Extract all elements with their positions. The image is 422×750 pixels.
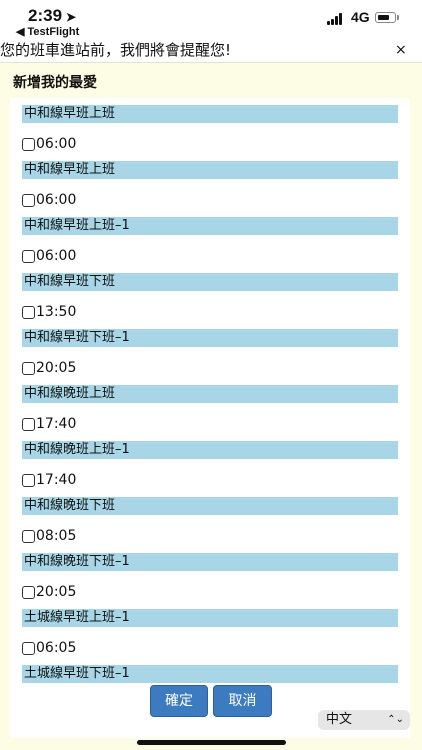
cancel-button[interactable]: 取消 <box>213 685 272 717</box>
close-icon[interactable]: × <box>395 42 407 58</box>
status-time: 2:39 ➤ <box>28 6 77 25</box>
route-option[interactable]: 17:40 <box>22 414 76 434</box>
battery-icon <box>375 12 396 23</box>
route-time: 08:05 <box>36 528 77 544</box>
location-arrow-icon: ➤ <box>66 10 77 24</box>
route-group: 中和線早班上班–1 06:00 <box>10 210 410 266</box>
cellular-signal-icon <box>327 13 347 25</box>
route-header: 中和線晚班下班–1 <box>22 553 398 571</box>
route-checkbox[interactable] <box>22 137 35 151</box>
route-checkbox[interactable] <box>22 473 35 487</box>
route-header: 中和線早班上班–1 <box>22 217 398 235</box>
route-option[interactable]: 06:00 <box>22 246 76 266</box>
route-checkbox[interactable] <box>22 585 35 599</box>
add-favorite-dialog: 新增我的最愛 中和線早班上班 06:00 中和線早班上班 06:00 中和線早班… <box>0 63 422 750</box>
dialog-title: 新增我的最愛 <box>13 75 97 91</box>
route-group: 中和線早班下班–1 20:05 <box>10 322 410 378</box>
route-checkbox[interactable] <box>22 417 35 431</box>
route-time: 06:00 <box>36 248 77 264</box>
route-header: 中和線晚班上班 <box>22 385 398 403</box>
route-header: 土城線早班上班–1 <box>22 609 398 627</box>
route-header: 中和線早班下班–1 <box>22 329 398 347</box>
route-time: 20:05 <box>36 584 77 600</box>
route-group: 中和線早班上班 06:00 <box>10 98 410 154</box>
route-checkbox[interactable] <box>22 193 35 207</box>
route-group: 中和線晚班上班 17:40 <box>10 378 410 434</box>
route-option[interactable]: 06:00 <box>22 190 76 210</box>
route-header: 中和線晚班上班–1 <box>22 441 398 459</box>
route-time: 06:00 <box>36 192 77 208</box>
route-group: 中和線早班下班 13:50 <box>10 266 410 322</box>
route-option[interactable]: 17:40 <box>22 470 76 490</box>
route-time: 17:40 <box>36 416 77 432</box>
route-option[interactable]: 13:50 <box>22 302 76 322</box>
network-type: 4G <box>351 9 370 25</box>
battery-cap <box>397 15 399 20</box>
route-option[interactable]: 20:05 <box>22 358 76 378</box>
chevron-updown-icon: ⌃⌄ <box>387 714 404 725</box>
route-list[interactable]: 中和線早班上班 06:00 中和線早班上班 06:00 中和線早班上班–1 06… <box>10 98 410 738</box>
route-checkbox[interactable] <box>22 305 35 319</box>
route-option[interactable]: 06:00 <box>22 134 76 154</box>
confirm-button[interactable]: 確定 <box>150 685 208 717</box>
route-group: 中和線早班上班 06:00 <box>10 154 410 210</box>
route-header: 中和線早班下班 <box>22 273 398 291</box>
route-time: 06:00 <box>36 136 77 152</box>
route-group: 土城線早班下班–1 <box>10 658 410 714</box>
route-group: 中和線晚班下班 08:05 <box>10 490 410 546</box>
status-bar: 2:39 ➤ ◀ TestFlight 4G <box>0 0 422 40</box>
route-time: 20:05 <box>36 360 77 376</box>
route-checkbox[interactable] <box>22 361 35 375</box>
notice-text: 您的班車進站前，我們將會提醒您! <box>0 41 232 59</box>
route-group: 土城線早班上班–1 06:05 <box>10 602 410 658</box>
route-header: 中和線早班上班 <box>22 161 398 179</box>
route-time: 13:50 <box>36 304 77 320</box>
home-indicator <box>137 740 286 745</box>
route-header: 土城線早班下班–1 <box>22 665 398 683</box>
route-checkbox[interactable] <box>22 641 35 655</box>
route-group: 中和線晚班下班–1 20:05 <box>10 546 410 602</box>
route-option[interactable]: 08:05 <box>22 526 76 546</box>
route-header: 中和線晚班下班 <box>22 497 398 515</box>
route-checkbox[interactable] <box>22 249 35 263</box>
route-option[interactable]: 20:05 <box>22 582 76 602</box>
route-checkbox[interactable] <box>22 529 35 543</box>
route-header: 中和線早班上班 <box>22 105 398 123</box>
language-selected: 中文 <box>326 712 353 727</box>
notice-banner: 您的班車進站前，我們將會提醒您! × <box>0 40 422 63</box>
route-time: 17:40 <box>36 472 77 488</box>
route-time: 06:05 <box>36 640 77 656</box>
back-to-testflight-link[interactable]: ◀ TestFlight <box>16 25 79 38</box>
language-select[interactable]: 中文 ⌃⌄ <box>318 710 410 730</box>
route-group: 中和線晚班上班–1 17:40 <box>10 434 410 490</box>
route-option[interactable]: 06:05 <box>22 638 76 658</box>
